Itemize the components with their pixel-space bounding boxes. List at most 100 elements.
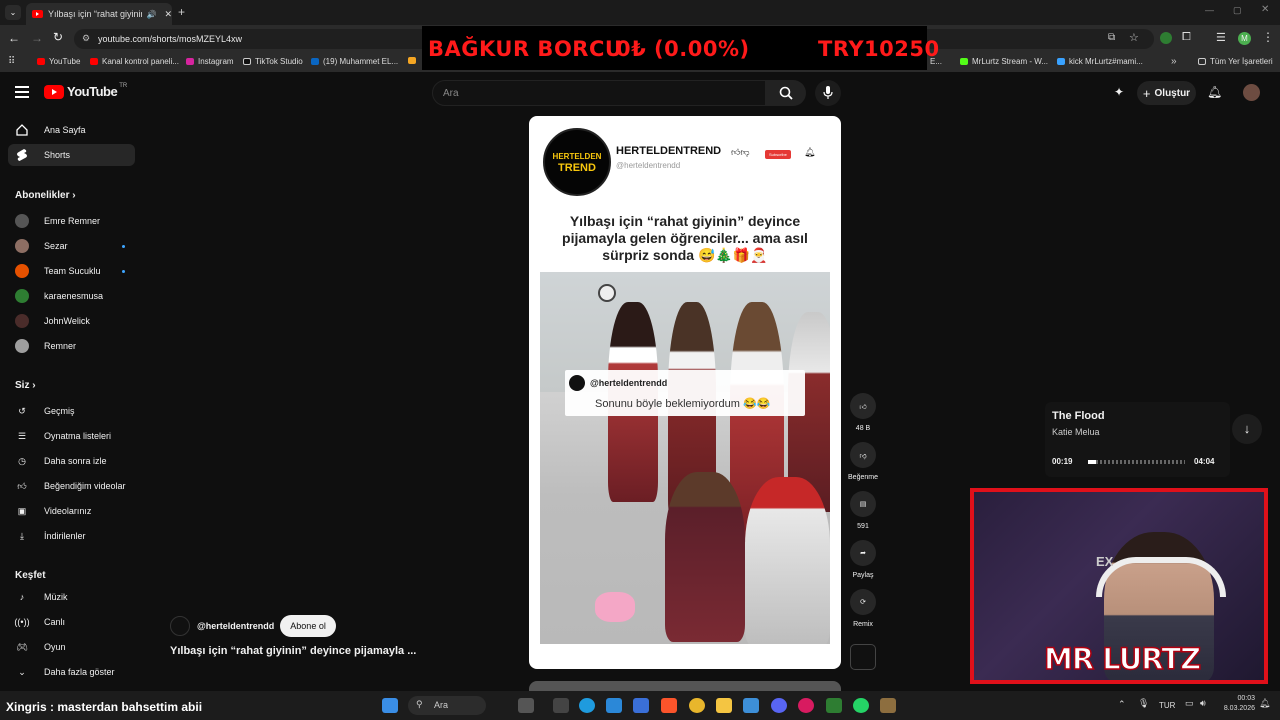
reload-icon[interactable]: ↻ xyxy=(53,30,63,44)
tab-audio-icon[interactable]: 🔊 xyxy=(146,10,156,19)
language-indicator[interactable]: TUR xyxy=(1159,701,1175,710)
sidebar-item-show-more[interactable]: ⌄ Daha fazla göster xyxy=(8,661,135,683)
scroll-down-button[interactable]: ↓ xyxy=(1232,414,1262,444)
voice-search-button[interactable] xyxy=(815,80,841,106)
window-close-button[interactable]: ✕ xyxy=(1261,4,1269,15)
browser-tab-active[interactable]: Yılbaşı için “rahat giyinin” d 🔊 ✕ xyxy=(26,3,172,25)
tab-list-button[interactable]: ⌄ xyxy=(5,5,21,20)
obs-app-icon[interactable] xyxy=(826,698,842,713)
sidebar-item-playlists[interactable]: ☰ Oynatma listeleri xyxy=(8,425,135,447)
extension-shield-icon[interactable] xyxy=(1160,32,1172,44)
sidebar-item-live[interactable]: ((•)) Canlı xyxy=(8,611,135,633)
sidebar-sub-item[interactable]: karaenesmusa xyxy=(8,285,135,307)
volume-icon[interactable]: 🔊︎ xyxy=(1200,698,1206,709)
install-icon[interactable]: ⧉ xyxy=(1108,32,1115,43)
tab-close-icon[interactable]: ✕ xyxy=(164,9,172,20)
chrome-icon[interactable] xyxy=(689,698,705,713)
sidebar-sub-item[interactable]: Team Sucuklu xyxy=(8,260,135,282)
sidebar-subscriptions-header[interactable]: Abonelikler › xyxy=(15,190,76,201)
bookmark-partial-left[interactable] xyxy=(408,57,420,64)
extensions-icon[interactable]: ⧠ xyxy=(1182,31,1191,44)
bookmark-kick-mami[interactable]: kick MrLurtz#mami... xyxy=(1057,57,1143,66)
sidebar-item-gaming[interactable]: 🎮︎ Oyun xyxy=(8,636,135,658)
widgets-icon[interactable] xyxy=(518,698,534,713)
browser-menu-icon[interactable]: ⋮ xyxy=(1262,30,1274,44)
bookmark-kanal[interactable]: Kanal kontrol paneli... xyxy=(90,57,179,66)
task-view-icon[interactable] xyxy=(553,698,569,713)
search-input[interactable]: Ara xyxy=(432,80,766,106)
discord-icon[interactable] xyxy=(771,698,787,713)
windows-start-icon[interactable] xyxy=(382,698,398,713)
sidebar-sub-item[interactable]: Remner xyxy=(8,335,135,357)
network-icon[interactable]: ▭ xyxy=(1185,698,1194,709)
mic-tray-icon[interactable]: 🎙︎ xyxy=(1138,698,1149,709)
bookmark-linkedin[interactable]: (19) Muhammet EL... xyxy=(311,57,398,66)
like-button[interactable]: 👍︎ 48 B xyxy=(843,393,883,432)
bookmark-youtube[interactable]: YouTube xyxy=(37,57,80,66)
search-icon xyxy=(779,86,793,100)
sidebar-item-music[interactable]: ♪ Müzik xyxy=(8,586,135,608)
bookmark-tiktok[interactable]: TikTok Studio xyxy=(243,57,303,66)
window-minimize-button[interactable]: — xyxy=(1205,5,1214,15)
shorts-video-player[interactable]: HERTELDEN TREND HERTELDENTREND @hertelde… xyxy=(529,116,841,669)
store-icon[interactable] xyxy=(606,698,622,713)
mail-icon[interactable] xyxy=(633,698,649,713)
sidebar-sub-item[interactable]: Emre Remner xyxy=(8,210,135,232)
remix-button[interactable]: ⟳ Remix xyxy=(843,589,883,628)
hamburger-menu-icon[interactable] xyxy=(15,86,29,98)
create-button[interactable]: + Oluştur xyxy=(1137,81,1196,105)
sidebar-item-liked[interactable]: 👍︎ Beğendiğim videolar xyxy=(8,475,135,497)
channel-handle[interactable]: @herteldentrendd xyxy=(197,621,274,631)
game-launcher-icon[interactable] xyxy=(880,698,896,713)
bookmark-instagram[interactable]: Instagram xyxy=(186,57,234,66)
back-icon[interactable]: ← xyxy=(8,31,20,45)
bookmark-kick-stream[interactable]: MrLurtz Stream - W... xyxy=(960,57,1048,66)
sidebar-item-home[interactable]: Ana Sayfa xyxy=(8,119,135,141)
more-bookmarks-icon[interactable]: » xyxy=(1171,56,1177,67)
channel-avatar[interactable] xyxy=(170,616,190,636)
apps-icon[interactable]: ⠿ xyxy=(8,56,15,67)
whatsapp-icon[interactable] xyxy=(853,698,869,713)
sidebar-sub-item[interactable]: JohnWelick xyxy=(8,310,135,332)
comments-button[interactable]: ▤ 591 xyxy=(843,491,883,530)
notification-icon[interactable]: 🔔︎ xyxy=(1259,698,1270,709)
edge-icon[interactable] xyxy=(579,698,595,713)
account-avatar[interactable] xyxy=(1243,84,1260,101)
sidebar-sub-item[interactable]: Sezar xyxy=(8,235,135,257)
dislike-button[interactable]: 👎︎ Beğenme xyxy=(843,442,883,481)
taskbar-search[interactable]: ⚲ Ara xyxy=(408,696,486,715)
sidebar-item-shorts[interactable]: Shorts xyxy=(8,144,135,166)
brave-icon[interactable] xyxy=(661,698,677,713)
forward-icon[interactable]: → xyxy=(31,31,43,45)
new-content-dot xyxy=(122,269,125,273)
video-title[interactable]: Yılbaşı için “rahat giyinin” deyince pij… xyxy=(170,645,416,657)
chevron-down-icon: ⌄ xyxy=(18,666,26,677)
notifications-bell-icon[interactable]: 🔔︎ xyxy=(1207,85,1222,99)
sound-thumbnail[interactable] xyxy=(850,644,876,670)
sidebar-you-header[interactable]: Siz › xyxy=(15,380,36,391)
share-button[interactable]: ➦ Paylaş xyxy=(843,540,883,579)
next-short-preview[interactable] xyxy=(529,681,841,691)
media-control-icon[interactable]: ☰ xyxy=(1216,31,1226,44)
search-button[interactable] xyxy=(766,80,806,106)
bookmark-star-icon[interactable]: ☆ xyxy=(1129,31,1139,44)
tray-expand-icon[interactable]: ⌃ xyxy=(1118,699,1126,710)
sidebar-item-history[interactable]: ↺ Geçmiş xyxy=(8,400,135,422)
window-maximize-button[interactable]: ▢ xyxy=(1233,5,1242,16)
clock-date[interactable]: 8.03.2026 xyxy=(1215,705,1255,712)
new-tab-button[interactable]: + xyxy=(178,5,185,19)
site-info-icon[interactable]: ⚙ xyxy=(82,33,90,44)
sidebar-item-watch-later[interactable]: ◷ Daha sonra izle xyxy=(8,450,135,472)
thumbs-up-icon: 👍︎ xyxy=(850,393,876,419)
clock-time[interactable]: 00:03 xyxy=(1221,695,1255,702)
youtube-logo[interactable]: YouTube TR xyxy=(44,83,127,99)
app-icon[interactable] xyxy=(743,698,759,713)
profile-avatar[interactable]: M xyxy=(1238,32,1251,45)
all-bookmarks-folder[interactable]: Tüm Yer İşaretleri xyxy=(1198,57,1273,66)
media-player-icon[interactable] xyxy=(798,698,814,713)
gemini-sparkle-icon[interactable]: ✦ xyxy=(1114,85,1124,99)
file-explorer-icon[interactable] xyxy=(716,698,732,713)
subscribe-button[interactable]: Abone ol xyxy=(280,615,336,637)
sidebar-item-your-videos[interactable]: ▣ Videolarınız xyxy=(8,500,135,522)
sidebar-item-downloads[interactable]: ⤓ İndirilenler xyxy=(8,525,135,547)
